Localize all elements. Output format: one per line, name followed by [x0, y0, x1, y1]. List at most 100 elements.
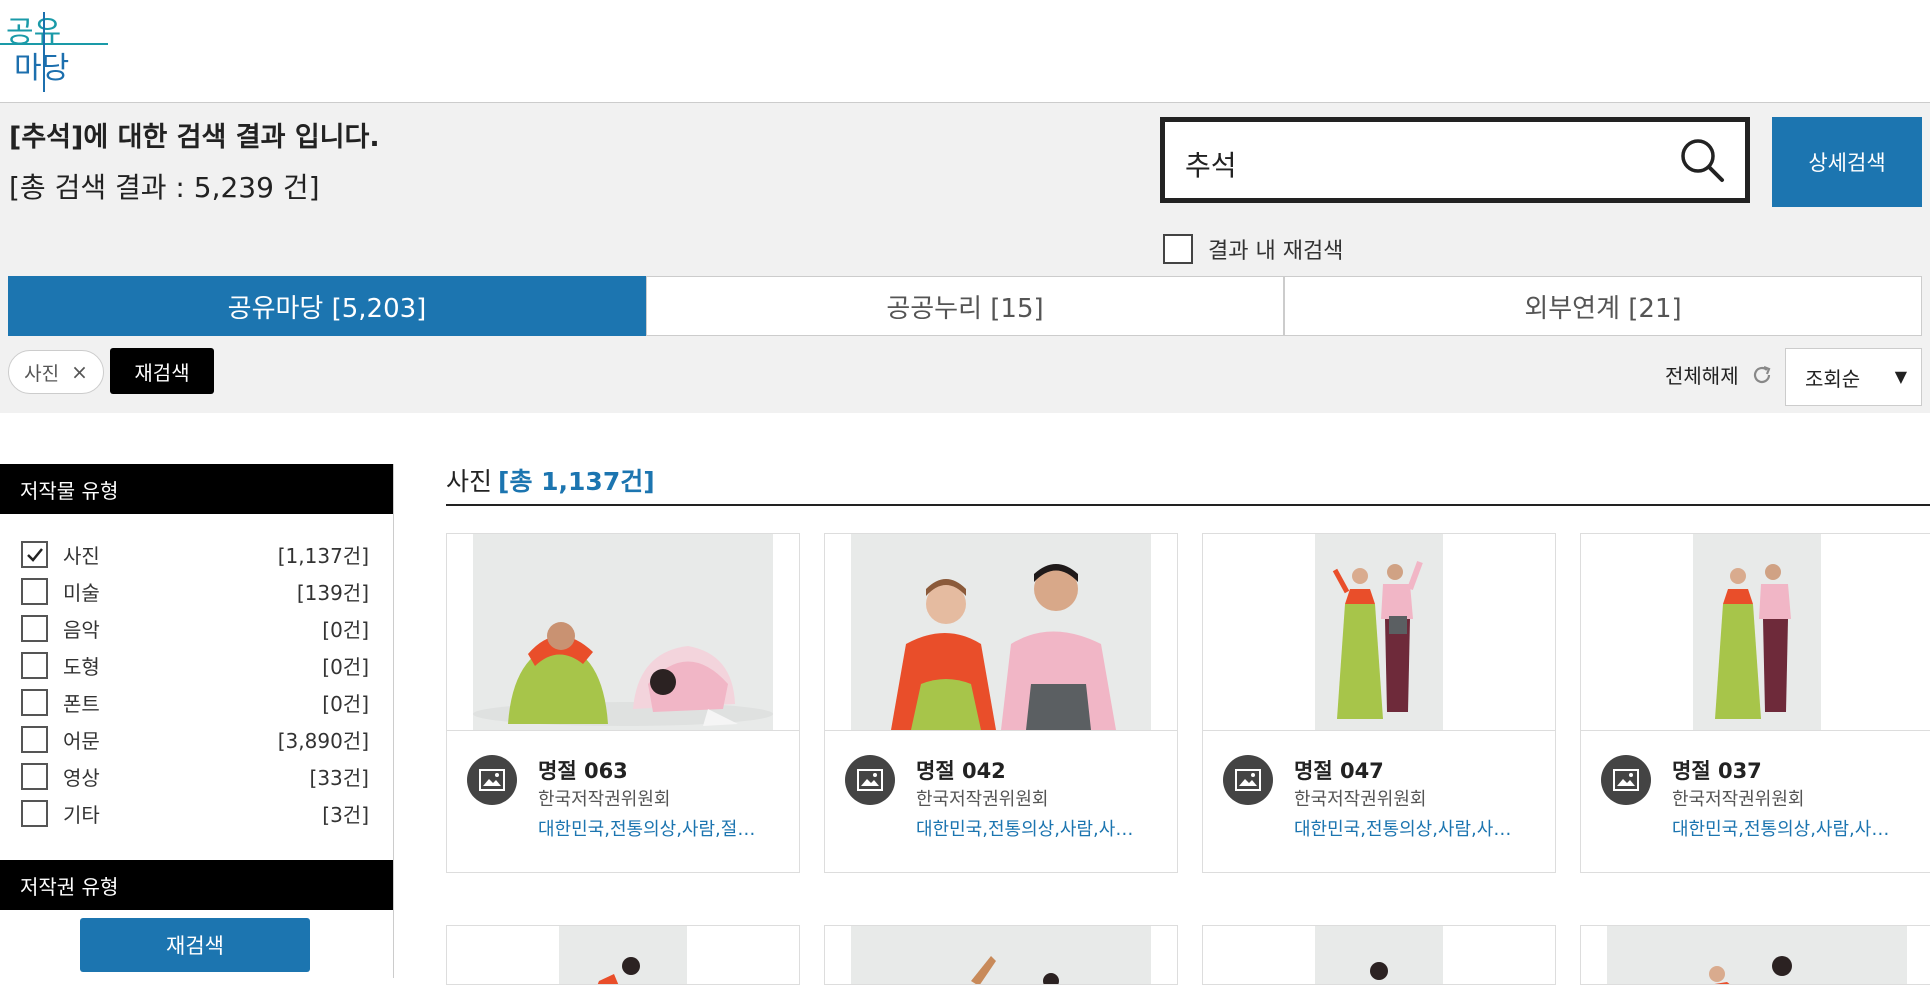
- type-label: 폰트: [63, 692, 100, 716]
- card-title[interactable]: 명절 042: [916, 755, 1006, 785]
- image-icon: [1223, 755, 1273, 805]
- card-thumbnail[interactable]: [473, 534, 773, 730]
- type-filter-figure[interactable]: 도형 [0건]: [0, 647, 393, 684]
- result-card[interactable]: 명절 063 한국저작권위원회 대한민국,전통의상,사람,절…: [446, 533, 800, 873]
- type-filter-video[interactable]: 영상 [33건]: [0, 758, 393, 795]
- type-label: 사진: [63, 544, 100, 568]
- result-card[interactable]: 명절 037 한국저작권위원회 대한민국,전통의상,사람,사…: [1580, 533, 1930, 873]
- tab-gonggong[interactable]: 공공누리 [15]: [646, 276, 1284, 336]
- card-thumbnail[interactable]: [851, 926, 1151, 985]
- search-input[interactable]: 추석: [1185, 144, 1237, 184]
- type-checkbox[interactable]: [21, 615, 48, 642]
- card-meta: 명절 047 한국저작권위원회 대한민국,전통의상,사람,사…: [1203, 730, 1555, 873]
- type-filter-music[interactable]: 음악 [0건]: [0, 610, 393, 647]
- tab-external[interactable]: 외부연계 [21]: [1284, 276, 1922, 336]
- result-card[interactable]: [824, 925, 1178, 985]
- type-count: [0건]: [322, 618, 369, 642]
- card-org: 한국저작권위원회: [538, 789, 671, 810]
- check-icon: [26, 547, 43, 562]
- type-count: [0건]: [322, 655, 369, 679]
- reset-all-button[interactable]: 전체해제: [1665, 360, 1773, 389]
- result-card[interactable]: 명절 042 한국저작권위원회 대한민국,전통의상,사람,사…: [824, 533, 1178, 873]
- card-tags[interactable]: 대한민국,전통의상,사람,사…: [1294, 815, 1539, 841]
- section-total: [총 1,137건]: [498, 467, 655, 496]
- svg-text:마당: 마당: [14, 52, 69, 85]
- result-title: [추석]에 대한 검색 결과 입니다.: [9, 122, 380, 153]
- card-title[interactable]: 명절 037: [1672, 755, 1762, 785]
- section-divider: [446, 504, 1930, 506]
- card-thumbnail[interactable]: [1315, 926, 1443, 985]
- type-count: [3,890건]: [277, 729, 369, 753]
- research-button[interactable]: 재검색: [110, 348, 214, 394]
- section-title: 사진 [총 1,137건]: [446, 462, 655, 498]
- type-filter-photo[interactable]: 사진 [1,137건]: [0, 536, 393, 573]
- type-label: 도형: [63, 655, 100, 679]
- close-icon[interactable]: ×: [71, 360, 88, 384]
- type-label: 영상: [63, 766, 100, 790]
- chevron-down-icon: ▼: [1894, 367, 1907, 386]
- type-filter-list: 사진 [1,137건] 미술 [139건] 음악 [0건] 도형 [0건] 폰트…: [0, 536, 393, 832]
- type-checkbox[interactable]: [21, 652, 48, 679]
- type-filter-font[interactable]: 폰트 [0건]: [0, 684, 393, 721]
- sort-value: 조회순: [1805, 366, 1861, 391]
- result-card[interactable]: [1580, 925, 1930, 985]
- search-within-label: 결과 내 재검색: [1208, 239, 1344, 264]
- site-header: 공유 마당: [0, 0, 1930, 103]
- result-card[interactable]: [446, 925, 800, 985]
- image-icon: [1601, 755, 1651, 805]
- advanced-search-button[interactable]: 상세검색: [1772, 117, 1922, 207]
- card-thumbnail[interactable]: [1693, 534, 1821, 730]
- search-icon[interactable]: [1679, 137, 1725, 183]
- card-title[interactable]: 명절 063: [538, 755, 628, 785]
- sort-select[interactable]: 조회순 ▼: [1785, 348, 1922, 406]
- type-count: [0건]: [322, 692, 369, 716]
- type-label: 음악: [63, 618, 100, 642]
- filter-chip-label: 사진: [24, 362, 60, 385]
- card-meta: 명절 063 한국저작권위원회 대한민국,전통의상,사람,절…: [447, 730, 799, 873]
- tab-gongyu[interactable]: 공유마당 [5,203]: [8, 276, 646, 336]
- type-checkbox[interactable]: [21, 578, 48, 605]
- card-tags[interactable]: 대한민국,전통의상,사람,절…: [538, 815, 783, 841]
- type-count: [3건]: [322, 803, 369, 827]
- type-checkbox[interactable]: [21, 541, 48, 568]
- source-tabs: 공유마당 [5,203] 공공누리 [15] 외부연계 [21]: [8, 276, 1922, 336]
- type-checkbox[interactable]: [21, 689, 48, 716]
- image-icon: [845, 755, 895, 805]
- result-card[interactable]: 명절 047 한국저작권위원회 대한민국,전통의상,사람,사…: [1202, 533, 1556, 873]
- card-thumbnail[interactable]: [559, 926, 687, 985]
- search-within-checkbox[interactable]: [1163, 234, 1193, 264]
- filter-sidebar: 저작물 유형 사진 [1,137건] 미술 [139건] 음악 [0건] 도형 …: [0, 464, 394, 978]
- site-logo[interactable]: 공유 마당: [0, 4, 110, 94]
- card-meta: 명절 037 한국저작권위원회 대한민국,전통의상,사람,사…: [1581, 730, 1930, 873]
- card-tags[interactable]: 대한민국,전통의상,사람,사…: [1672, 815, 1917, 841]
- type-count: [33건]: [309, 766, 369, 790]
- result-card[interactable]: [1202, 925, 1556, 985]
- type-count: [1,137건]: [277, 544, 369, 568]
- card-thumbnail[interactable]: [1315, 534, 1443, 730]
- type-label: 기타: [63, 803, 100, 827]
- type-checkbox[interactable]: [21, 800, 48, 827]
- type-heading: 저작물 유형: [0, 464, 393, 514]
- type-filter-text[interactable]: 어문 [3,890건]: [0, 721, 393, 758]
- type-checkbox[interactable]: [21, 726, 48, 753]
- type-count: [139건]: [296, 581, 369, 605]
- type-label: 미술: [63, 581, 100, 605]
- section-title-label: 사진: [446, 467, 493, 496]
- card-thumbnail[interactable]: [851, 534, 1151, 730]
- refresh-icon: [1753, 365, 1771, 383]
- result-count: [총 검색 결과 : 5,239 건]: [9, 171, 320, 204]
- card-meta: 명절 042 한국저작권위원회 대한민국,전통의상,사람,사…: [825, 730, 1177, 873]
- card-thumbnail[interactable]: [1607, 926, 1907, 985]
- type-checkbox[interactable]: [21, 763, 48, 790]
- card-org: 한국저작권위원회: [916, 789, 1049, 810]
- type-label: 어문: [63, 729, 100, 753]
- card-tags[interactable]: 대한민국,전통의상,사람,사…: [916, 815, 1161, 841]
- filter-chip-photo[interactable]: 사진 ×: [8, 350, 104, 394]
- card-title[interactable]: 명절 047: [1294, 755, 1384, 785]
- license-heading: 저작권 유형: [0, 860, 393, 910]
- type-filter-art[interactable]: 미술 [139건]: [0, 573, 393, 610]
- type-filter-etc[interactable]: 기타 [3건]: [0, 795, 393, 832]
- sidebar-research-button[interactable]: 재검색: [80, 918, 310, 972]
- search-box[interactable]: 추석: [1160, 117, 1750, 203]
- search-within-results[interactable]: 결과 내 재검색: [1163, 233, 1343, 265]
